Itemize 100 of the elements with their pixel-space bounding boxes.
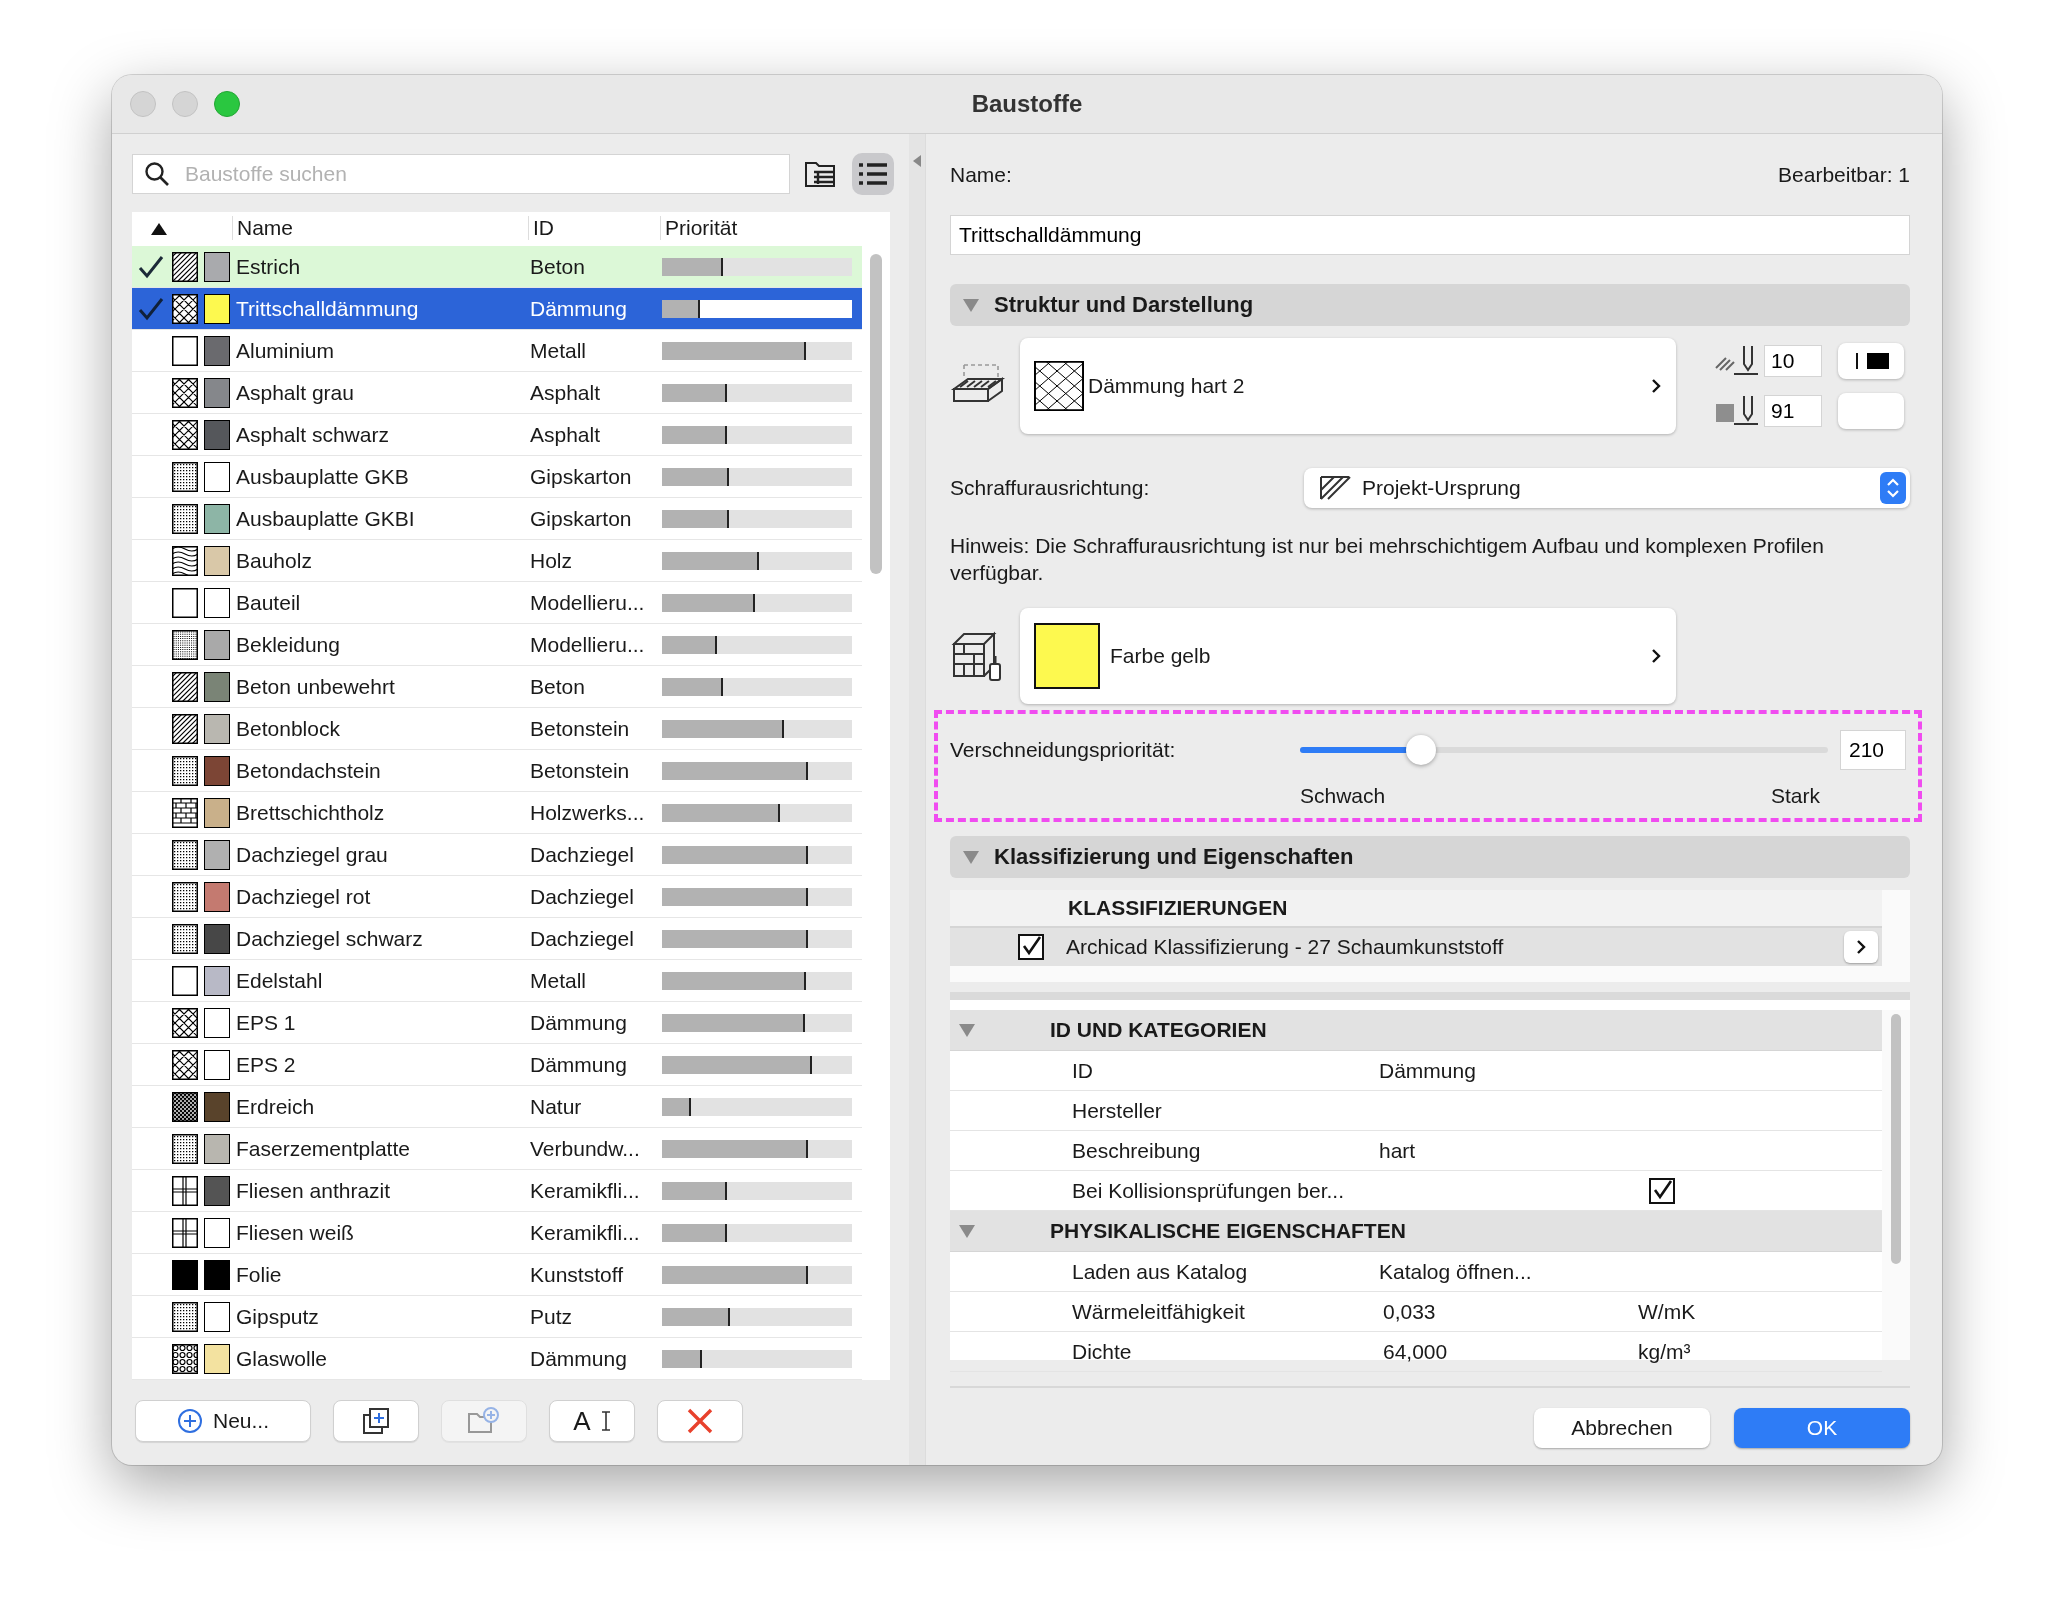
hatch-pattern-icon [1034, 361, 1084, 411]
ok-button[interactable]: OK [1734, 1408, 1910, 1448]
material-id: Keramikfli... [530, 1220, 641, 1245]
material-row[interactable]: Gipsputz Putz [132, 1296, 862, 1338]
column-header[interactable]: Priorität [660, 216, 738, 240]
hatch-pattern-icon [172, 923, 198, 954]
cancel-button[interactable]: Abbrechen [1534, 1408, 1710, 1448]
material-row[interactable]: Fliesen weiß Keramikfli... [132, 1212, 862, 1254]
material-id: Keramikfli... [530, 1178, 641, 1203]
material-name: Dachziegel grau [236, 842, 389, 867]
material-name: Brettschichtholz [236, 800, 386, 825]
pen-number-field[interactable]: 10 [1764, 345, 1822, 377]
material-row[interactable]: Estrich Beton [132, 246, 862, 288]
material-row[interactable]: EPS 1 Dämmung [132, 1002, 862, 1044]
material-row[interactable]: Ausbauplatte GKBI Gipskarton [132, 498, 862, 540]
slider-thumb[interactable] [1406, 735, 1437, 765]
fill-picker[interactable]: Dämmung hart 2 [1020, 338, 1676, 434]
material-name: Bauteil [236, 590, 302, 615]
zoom-button[interactable] [214, 91, 240, 117]
material-id: Dämmung [530, 1052, 628, 1077]
rename-button[interactable]: A [549, 1400, 635, 1442]
material-row[interactable]: Ausbauplatte GKB Gipskarton [132, 456, 862, 498]
list-view-button[interactable] [852, 153, 894, 195]
pen-color-button[interactable] [1838, 343, 1904, 379]
property-name: Laden aus Katalog [1071, 1259, 1249, 1284]
hatch-pattern-icon [172, 1259, 198, 1290]
column-header[interactable]: Name [232, 216, 294, 240]
name-field[interactable]: Trittschalldämmung [950, 215, 1910, 255]
material-row[interactable]: Bekleidung Modellieru... [132, 624, 862, 666]
window-title: Baustoffe [971, 90, 1083, 118]
hatch-pattern-icon [172, 755, 198, 786]
pen-number-field[interactable]: 91 [1764, 395, 1822, 427]
material-row[interactable]: Asphalt grau Asphalt [132, 372, 862, 414]
material-name: Asphalt schwarz [236, 422, 390, 447]
section-header[interactable]: Klassifizierung und Eigenschaften [950, 836, 1910, 878]
material-row[interactable]: Asphalt schwarz Asphalt [132, 414, 862, 456]
scrollbar-thumb[interactable] [870, 254, 882, 574]
material-row[interactable]: Fliesen anthrazit Keramikfli... [132, 1170, 862, 1212]
classification-row[interactable]: Archicad Klassifizierung - 27 Schaumkunststoff [950, 928, 1882, 966]
material-row[interactable]: Betondachstein Betonstein [132, 750, 862, 792]
surface-picker[interactable]: Farbe gelb [1020, 608, 1676, 704]
material-name: Faserzementplatte [236, 1136, 411, 1161]
new-button[interactable]: Neu... [135, 1400, 311, 1442]
editable-count: Bearbeitbar: 1 [1778, 163, 1910, 188]
hatch-orientation-icon [1318, 474, 1352, 502]
material-row[interactable]: Bauteil Modellieru... [132, 582, 862, 624]
delete-button[interactable] [657, 1400, 743, 1442]
group-row[interactable]: ID UND KATEGORIEN [950, 1010, 1882, 1051]
hatch-pattern-icon [172, 1343, 198, 1374]
material-name: Aluminium [236, 338, 336, 363]
scrollbar-thumb[interactable] [1891, 1014, 1901, 1264]
background-color-button[interactable] [1838, 393, 1904, 429]
material-row[interactable]: Edelstahl Metall [132, 960, 862, 1002]
material-row[interactable]: Aluminium Metall [132, 330, 862, 372]
collapse-icon[interactable] [912, 154, 923, 168]
material-row[interactable]: Folie Kunststoff [132, 1254, 862, 1296]
priority-slider[interactable] [1300, 735, 1828, 765]
priority-field[interactable]: 210 [1840, 730, 1906, 770]
material-id: Metall [530, 338, 588, 363]
property-name: ID [1071, 1058, 1094, 1083]
column-header[interactable]: ID [528, 216, 554, 240]
hatch-pattern-icon [172, 251, 198, 282]
search-icon [144, 161, 170, 187]
material-row[interactable]: Faserzementplatte Verbundw... [132, 1128, 862, 1170]
duplicate-button[interactable] [333, 1400, 419, 1442]
property-name: Bei Kollisionsprüfungen ber... [1071, 1178, 1345, 1203]
material-id: Holzwerks... [530, 800, 646, 825]
material-id: Beton [530, 254, 586, 279]
checkbox[interactable] [1018, 934, 1044, 960]
material-row[interactable]: Dachziegel schwarz Dachziegel [132, 918, 862, 960]
checkbox[interactable] [1649, 1177, 1675, 1204]
max-label: Stark [1771, 784, 1820, 808]
material-row[interactable]: Betonblock Betonstein [132, 708, 862, 750]
material-name: Bekleidung [236, 632, 341, 657]
material-id: Dachziegel [530, 842, 635, 867]
hatch-pattern-icon [172, 881, 198, 912]
section-header[interactable]: Struktur und Darstellung [950, 284, 1910, 326]
material-row[interactable]: Brettschichtholz Holzwerks... [132, 792, 862, 834]
material-id: Dämmung [530, 1010, 628, 1035]
material-row[interactable]: Dachziegel rot Dachziegel [132, 876, 862, 918]
sort-ascending-icon[interactable] [150, 222, 168, 236]
orientation-dropdown[interactable]: Projekt-Ursprung [1304, 468, 1910, 508]
material-row[interactable]: Bauholz Holz [132, 540, 862, 582]
hatch-pattern-icon [172, 671, 198, 702]
material-name: Glaswolle [236, 1346, 329, 1371]
chevron-button[interactable] [1844, 931, 1878, 963]
group-row[interactable]: PHYSIKALISCHE EIGENSCHAFTEN [950, 1211, 1882, 1252]
material-row[interactable]: Dachziegel grau Dachziegel [132, 834, 862, 876]
hatch-pattern-icon [172, 587, 198, 618]
material-name: Edelstahl [236, 968, 324, 993]
material-row[interactable]: Glaswolle Dämmung [132, 1338, 862, 1380]
material-name: EPS 2 [236, 1052, 297, 1077]
material-row[interactable]: EPS 2 Dämmung [132, 1044, 862, 1086]
material-row[interactable]: Trittschalldämmung Dämmung [132, 288, 862, 330]
hatch-pattern-icon [172, 1175, 198, 1206]
material-row[interactable]: Beton unbewehrt Beton [132, 666, 862, 708]
material-id: Beton [530, 674, 586, 699]
material-row[interactable]: Erdreich Natur [132, 1086, 862, 1128]
duplicate-icon [361, 1406, 391, 1436]
search-field[interactable]: Baustoffe suchen [132, 154, 790, 194]
